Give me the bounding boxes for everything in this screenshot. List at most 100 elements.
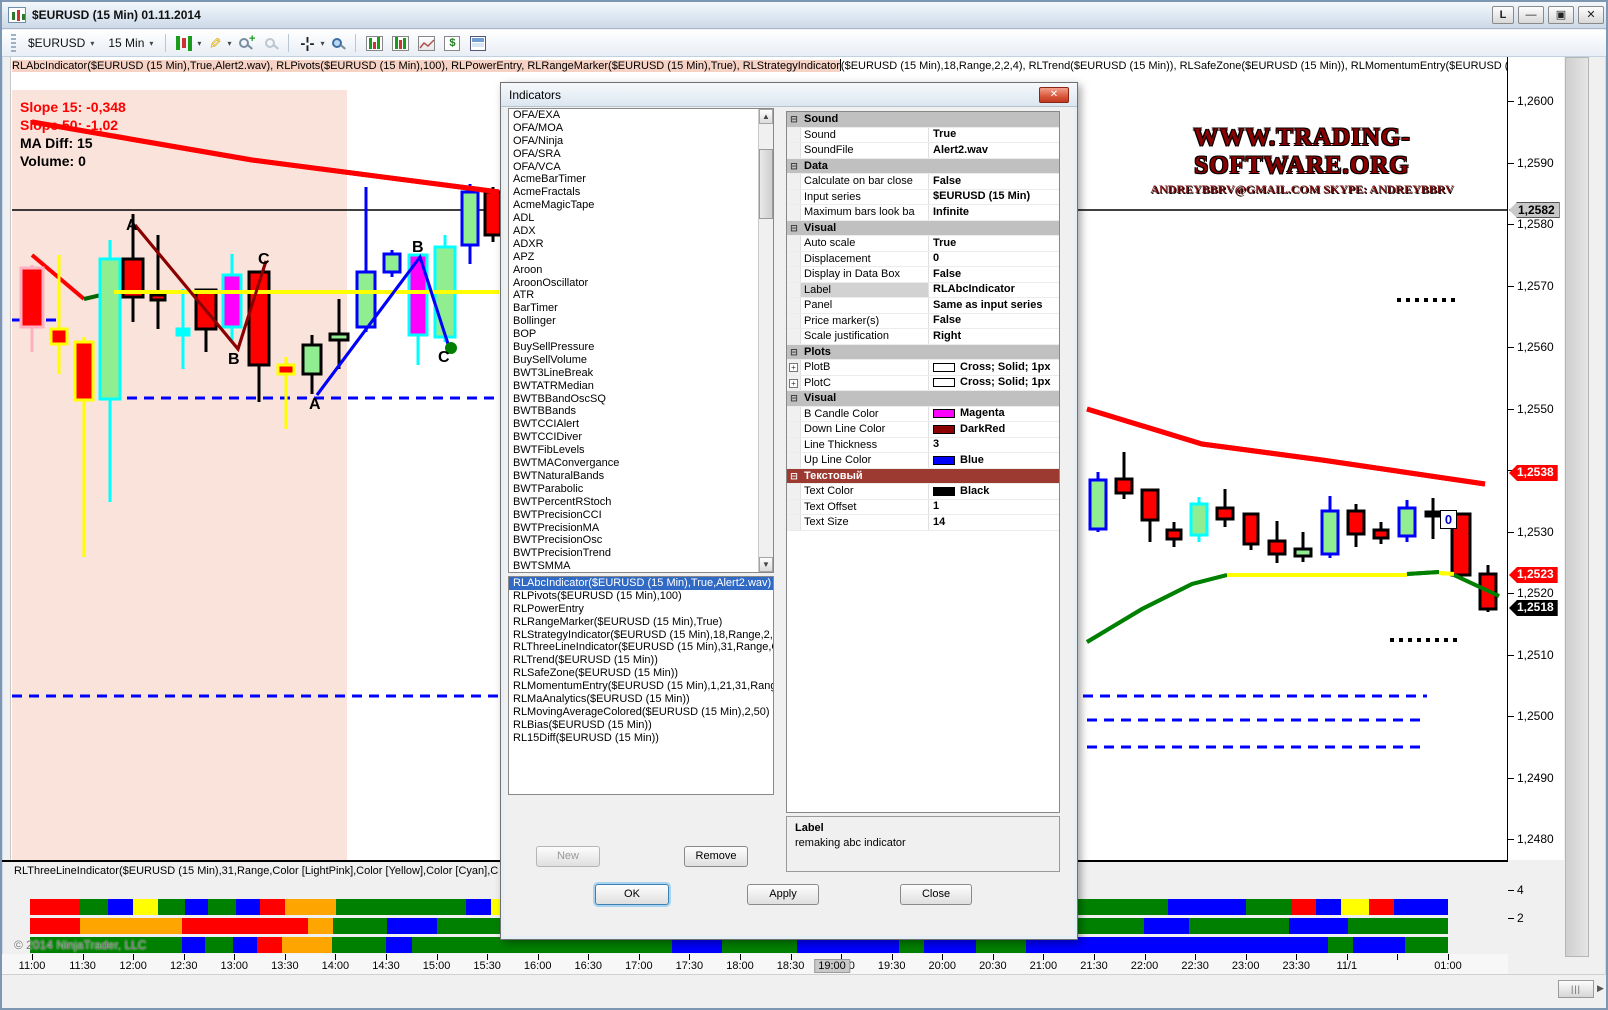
property-group-header[interactable]: ⊟Visual <box>787 221 1059 237</box>
property-value[interactable]: Blue <box>929 453 1059 468</box>
chevron-down-icon[interactable]: ▾ <box>197 39 201 48</box>
collapse-icon[interactable]: ⊟ <box>787 112 801 127</box>
l-button[interactable]: L <box>1492 6 1514 24</box>
new-button[interactable]: New <box>536 846 600 867</box>
selected-indicator-item[interactable]: RLPivots($EURUSD (15 Min),100) <box>509 590 773 603</box>
maximize-button[interactable]: ▣ <box>1548 6 1574 24</box>
property-row[interactable]: Price marker(s)False <box>787 314 1059 330</box>
indicator-list-item[interactable]: BWTParabolic <box>509 483 757 496</box>
indicator-list-item[interactable]: ADXR <box>509 238 757 251</box>
property-group-header[interactable]: ⊟Visual <box>787 391 1059 407</box>
scroll-up-icon[interactable]: ▲ <box>759 109 773 124</box>
scroll-down-icon[interactable]: ▼ <box>759 557 773 572</box>
selected-indicator-item[interactable]: RLMomentumEntry($EURUSD (15 Min),1,21,31… <box>509 680 773 693</box>
property-value[interactable]: 14 <box>929 515 1059 530</box>
indicator-list-item[interactable]: BWTPercentRStoch <box>509 496 757 509</box>
right-scroll-strip[interactable] <box>1565 57 1589 957</box>
selected-indicator-item[interactable]: RLMovingAverageColored($EURUSD (15 Min),… <box>509 706 773 719</box>
property-value[interactable]: Magenta <box>929 407 1059 422</box>
property-value[interactable]: 3 <box>929 438 1059 453</box>
selected-indicator-item[interactable]: RLMaAnalytics($EURUSD (15 Min)) <box>509 693 773 706</box>
indicator-list-item[interactable]: BWTNaturalBands <box>509 470 757 483</box>
property-value[interactable]: False <box>929 174 1059 189</box>
indicator-list-item[interactable]: BuySellPressure <box>509 341 757 354</box>
indicator-list-item[interactable]: OFA/MOA <box>509 122 757 135</box>
property-row[interactable]: Text ColorBlack <box>787 484 1059 500</box>
collapse-icon[interactable]: ⊟ <box>787 469 801 484</box>
chart-indicator-list-text[interactable]: RLAbcIndicator($EURUSD (15 Min),True,Ale… <box>12 59 1602 76</box>
crosshair-button[interactable]: -¦- <box>295 32 319 54</box>
selected-indicator-item[interactable]: RLSafeZone($EURUSD (15 Min)) <box>509 667 773 680</box>
property-value[interactable]: DarkRed <box>929 422 1059 437</box>
selected-indicator-item[interactable]: RLAbcIndicator($EURUSD (15 Min),True,Ale… <box>509 577 773 590</box>
indicator-list-item[interactable]: BWTPrecisionMA <box>509 522 757 535</box>
panel-button[interactable] <box>466 32 490 54</box>
minimize-button[interactable]: — <box>1518 6 1544 24</box>
dialog-close-action-button[interactable]: Close <box>900 884 972 905</box>
property-row[interactable]: Scale justificationRight <box>787 329 1059 345</box>
time-axis[interactable]: 11:0011:3012:0012:3013:0013:3014:0014:30… <box>2 954 1508 974</box>
collapse-icon[interactable]: ⊟ <box>787 221 801 236</box>
indicator-list-item[interactable]: OFA/SRA <box>509 148 757 161</box>
collapse-icon[interactable]: ⊟ <box>787 345 801 360</box>
indicator-list-item[interactable]: AcmeFractals <box>509 186 757 199</box>
indicator-list-item[interactable]: OFA/VCA <box>509 161 757 174</box>
property-value[interactable]: True <box>929 236 1059 251</box>
selected-indicator-item[interactable]: RLTrend($EURUSD (15 Min)) <box>509 654 773 667</box>
chevron-down-icon[interactable]: ▾ <box>320 39 324 48</box>
property-row[interactable]: B Candle ColorMagenta <box>787 407 1059 423</box>
selected-indicator-item[interactable]: RLRangeMarker($EURUSD (15 Min),True) <box>509 616 773 629</box>
indicator-list-item[interactable]: ATR <box>509 289 757 302</box>
property-grid[interactable]: ⊟SoundSoundTrueSoundFileAlert2.wav⊟DataC… <box>786 111 1060 813</box>
property-group-header[interactable]: ⊟Sound <box>787 112 1059 128</box>
property-value[interactable]: RLAbcIndicator <box>929 283 1059 298</box>
property-value[interactable]: 0 <box>929 252 1059 267</box>
ok-button[interactable]: OK <box>595 884 669 905</box>
chart-style-button[interactable] <box>172 32 196 54</box>
bars-view-button[interactable] <box>362 32 386 54</box>
indicator-list-item[interactable]: BarTimer <box>509 302 757 315</box>
property-row[interactable]: Displacement0 <box>787 252 1059 268</box>
candles-view-button[interactable] <box>388 32 412 54</box>
indicator-list-item[interactable]: ADL <box>509 212 757 225</box>
property-value[interactable]: True <box>929 128 1059 143</box>
property-row[interactable]: LabelRLAbcIndicator <box>787 283 1059 299</box>
property-row[interactable]: Auto scaleTrue <box>787 236 1059 252</box>
selected-indicator-item[interactable]: RLPowerEntry <box>509 603 773 616</box>
property-value[interactable]: $EURUSD (15 Min) <box>929 190 1059 205</box>
indicator-list-item[interactable]: Bollinger <box>509 315 757 328</box>
property-row[interactable]: SoundFileAlert2.wav <box>787 143 1059 159</box>
property-value[interactable]: Black <box>929 484 1059 499</box>
property-row[interactable]: Input series$EURUSD (15 Min) <box>787 190 1059 206</box>
collapse-icon[interactable]: ⊟ <box>787 159 801 174</box>
indicator-list-item[interactable]: BWT3LineBreak <box>509 367 757 380</box>
indicator-list-item[interactable]: BWTPrecisionOsc <box>509 534 757 547</box>
indicator-list-item[interactable]: AcmeMagicTape <box>509 199 757 212</box>
property-row[interactable]: Calculate on bar closeFalse <box>787 174 1059 190</box>
indicator-list-item[interactable]: BWTATRMedian <box>509 380 757 393</box>
property-value[interactable]: Cross; Solid; 1px <box>929 376 1059 391</box>
selected-indicator-item[interactable]: RLStrategyIndicator($EURUSD (15 Min),18,… <box>509 629 773 642</box>
selected-indicator-item[interactable]: RLThreeLineIndicator($EURUSD (15 Min),31… <box>509 641 773 654</box>
close-button[interactable]: ✕ <box>1578 6 1604 24</box>
scroll-right-arrow-icon[interactable]: ▶ <box>1597 983 1604 994</box>
toolbar-grip[interactable] <box>11 34 16 52</box>
line-view-button[interactable] <box>414 32 438 54</box>
indicator-list-item[interactable]: AcmeBarTimer <box>509 173 757 186</box>
indicator-list-item[interactable]: BWTCCIAlert <box>509 418 757 431</box>
indicator-list-item[interactable]: BWTPrecisionTrend <box>509 547 757 560</box>
indicator-list-item[interactable]: OFA/Ninja <box>509 135 757 148</box>
property-row[interactable]: Maximum bars look baInfinite <box>787 205 1059 221</box>
indicator-list-item[interactable]: BWTSMMA <box>509 560 757 573</box>
dialog-close-button[interactable]: ✕ <box>1039 87 1069 103</box>
indicator-list-item[interactable]: BWTBBands <box>509 405 757 418</box>
remove-button[interactable]: Remove <box>684 846 748 867</box>
property-value[interactable]: Right <box>929 329 1059 344</box>
period-dropdown[interactable]: 15 Min ▾ <box>101 34 160 52</box>
indicator-list-item[interactable]: APZ <box>509 251 757 264</box>
indicator-list-item[interactable]: Aroon <box>509 264 757 277</box>
indicator-list-item[interactable]: BWTBBandOscSQ <box>509 393 757 406</box>
selected-indicators-list[interactable]: RLAbcIndicator($EURUSD (15 Min),True,Ale… <box>508 576 774 795</box>
expand-icon[interactable]: + <box>787 376 801 391</box>
indicator-list-item[interactable]: ADX <box>509 225 757 238</box>
